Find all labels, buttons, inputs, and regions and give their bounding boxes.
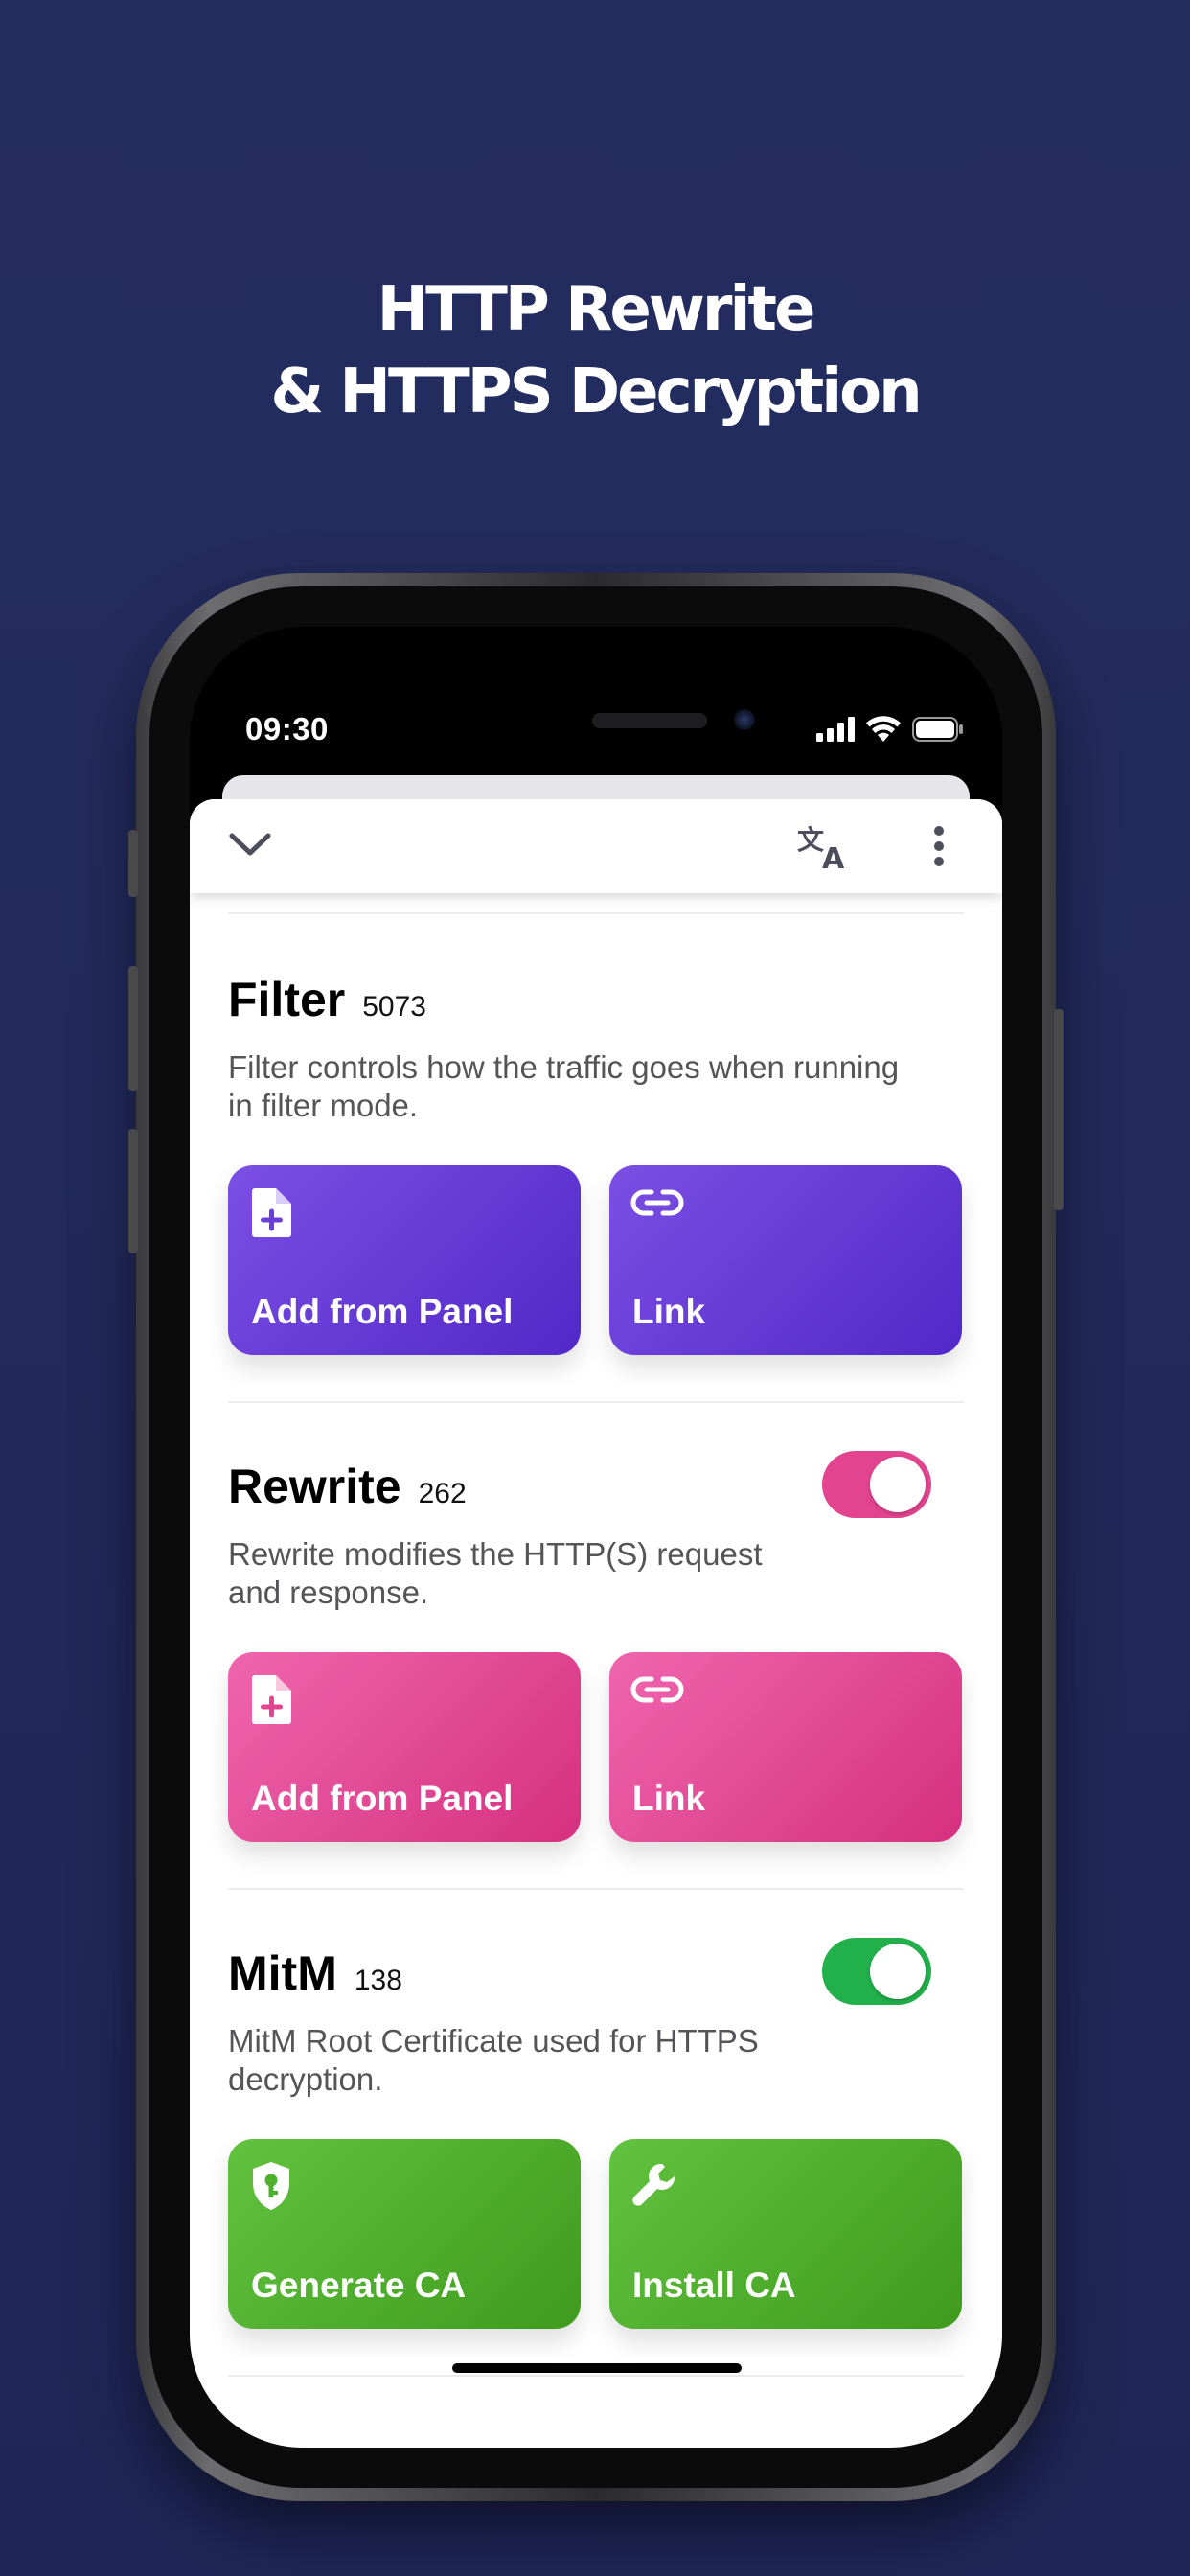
rewrite-link-button[interactable]: Link [609,1652,962,1842]
rewrite-description: Rewrite modifies the HTTP(S) request and… [228,1535,763,1612]
headline: HTTP Rewrite & HTTPS Decryption [0,268,1190,433]
mitm-toggle-knob [870,1944,926,1999]
home-indicator [452,2363,742,2373]
install-ca-label: Install CA [632,2266,796,2305]
headline-line-1: HTTP Rewrite [377,274,816,345]
chevron-down-icon[interactable] [228,830,272,859]
filter-title: Filter 5073 [228,972,426,1027]
power-button [1054,1009,1064,1210]
mitm-description: MitM Root Certificate used for HTTPS dec… [228,2022,759,2099]
rewrite-description-line-1: Rewrite modifies the HTTP(S) request [228,1536,763,1572]
signal-icon [816,717,855,742]
divider [228,1888,964,1890]
install-ca-button[interactable]: Install CA [609,2139,962,2329]
mitm-description-line-2: decryption. [228,2061,383,2097]
front-camera [734,709,755,730]
rewrite-toggle[interactable] [822,1451,931,1518]
translate-icon[interactable]: 文 A [797,824,849,870]
volume-up-button [128,966,138,1091]
wrench-icon [632,2163,675,2206]
battery-icon [912,717,963,742]
mute-switch [128,830,138,897]
file-add-icon [252,1188,291,1237]
mitm-count: 138 [354,1965,402,1996]
svg-text:文: 文 [797,824,824,856]
rewrite-link-label: Link [632,1779,706,1818]
filter-description: Filter controls how the traffic goes whe… [228,1048,899,1125]
speaker-grille [592,713,707,728]
mitm-title-text: MitM [228,1946,337,2000]
link-icon [630,1189,684,1216]
wifi-icon [866,716,901,742]
mitm-title: MitM 138 [228,1945,402,2001]
link-icon [630,1676,684,1703]
filter-description-line-2: in filter mode. [228,1088,419,1123]
filter-description-line-1: Filter controls how the traffic goes whe… [228,1049,900,1085]
phone-screen: 09:30 文 A Filter 5073 Filter controls ho… [190,627,1002,2448]
filter-link-button[interactable]: Link [609,1165,962,1355]
shield-key-icon [253,2162,289,2210]
divider [228,2375,964,2377]
filter-title-text: Filter [228,973,346,1026]
file-add-icon [252,1675,291,1724]
status-time: 09:30 [245,711,329,747]
rewrite-add-from-panel-button[interactable]: Add from Panel [228,1652,581,1842]
phone-frame: 09:30 文 A Filter 5073 Filter controls ho… [128,573,1064,2501]
divider [228,912,964,914]
rewrite-count: 262 [418,1478,467,1509]
filter-link-label: Link [632,1292,706,1331]
mitm-toggle[interactable] [822,1938,931,2005]
generate-ca-label: Generate CA [251,2266,467,2305]
config-sheet: 文 A Filter 5073 Filter controls how the … [190,799,1002,2448]
status-icons [816,715,964,744]
rewrite-title: Rewrite 262 [228,1459,467,1514]
more-vertical-icon[interactable] [933,826,945,866]
generate-ca-button[interactable]: Generate CA [228,2139,581,2329]
rewrite-add-from-panel-label: Add from Panel [251,1779,514,1818]
headline-line-2: & HTTPS Decryption [270,356,922,427]
sheet-toolbar: 文 A [190,799,1002,893]
volume-down-button [128,1129,138,1254]
svg-text:A: A [822,842,845,870]
filter-add-from-panel-label: Add from Panel [251,1292,514,1331]
filter-count: 5073 [362,991,426,1023]
filter-add-from-panel-button[interactable]: Add from Panel [228,1165,581,1355]
rewrite-description-line-2: and response. [228,1575,429,1610]
rewrite-toggle-knob [870,1457,926,1512]
rewrite-title-text: Rewrite [228,1460,401,1513]
divider [228,1401,964,1403]
mitm-description-line-1: MitM Root Certificate used for HTTPS [228,2023,759,2058]
